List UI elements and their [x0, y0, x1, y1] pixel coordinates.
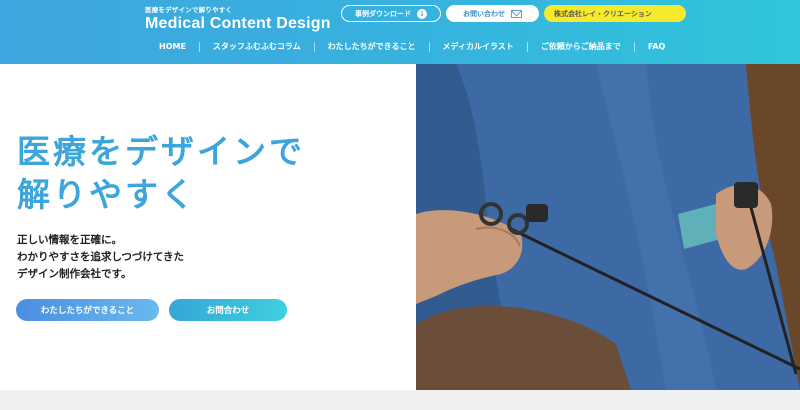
nav-item-process[interactable]: ご依頼からご納品まで — [528, 41, 634, 52]
site-logo[interactable]: 医療をデザインで解りやすく Medical Content Design — [145, 4, 331, 33]
hero-subtext-line1: 正しい情報を正確に。 — [17, 234, 122, 246]
instrument-handle-2 — [734, 182, 758, 208]
mail-icon — [511, 9, 522, 18]
instrument-joint — [526, 204, 548, 222]
nav-item-illustration[interactable]: メディカルイラスト — [430, 41, 527, 52]
section-divider — [0, 390, 800, 410]
contact-button[interactable]: お問い合わせ — [446, 5, 539, 22]
hero-headline-line2: 解りやすく — [17, 175, 197, 214]
hero-headline-line1: 医療をデザインで — [17, 132, 305, 171]
logo-tagline: 医療をデザインで解りやすく — [145, 6, 233, 14]
hero-headline: 医療をデザインで 解りやすく — [17, 130, 305, 216]
case-download-label: 事例ダウンロード — [355, 9, 411, 18]
hero-photo — [416, 64, 800, 390]
hero-subtext: 正しい情報を正確に。 わかりやすさを追求しつづけてきた デザイン制作会社です。 — [17, 232, 184, 283]
nav-item-services[interactable]: わたしたちができること — [315, 41, 429, 52]
case-download-button[interactable]: 事例ダウンロード ↓ — [341, 5, 441, 22]
site-header: 医療をデザインで解りやすく Medical Content Design 事例ダ… — [0, 0, 800, 64]
nav-item-faq[interactable]: FAQ — [635, 42, 679, 51]
company-label: 株式会社レイ・クリエーション — [554, 9, 652, 18]
hero-text-panel: 医療をデザインで 解りやすく 正しい情報を正確に。 わかりやすさを追求しつづけて… — [0, 64, 416, 390]
hero-subtext-line2: わかりやすさを追求しつづけてきた — [17, 251, 185, 263]
logo-name: Medical Content Design — [145, 15, 331, 32]
surgery-image — [416, 64, 800, 390]
company-link-button[interactable]: 株式会社レイ・クリエーション — [544, 5, 686, 22]
nav-item-column[interactable]: スタッフふむふむコラム — [200, 41, 314, 52]
main-nav: HOME スタッフふむふむコラム わたしたちができること メディカルイラスト ご… — [146, 41, 678, 52]
hero-contact-button[interactable]: お問合わせ — [169, 299, 287, 321]
download-icon: ↓ — [417, 8, 427, 19]
nav-item-home[interactable]: HOME — [146, 42, 199, 51]
hero-subtext-line3: デザイン制作会社です。 — [17, 268, 132, 280]
what-we-do-button[interactable]: わたしたちができること — [16, 299, 159, 321]
contact-label: お問い合わせ — [463, 9, 505, 18]
